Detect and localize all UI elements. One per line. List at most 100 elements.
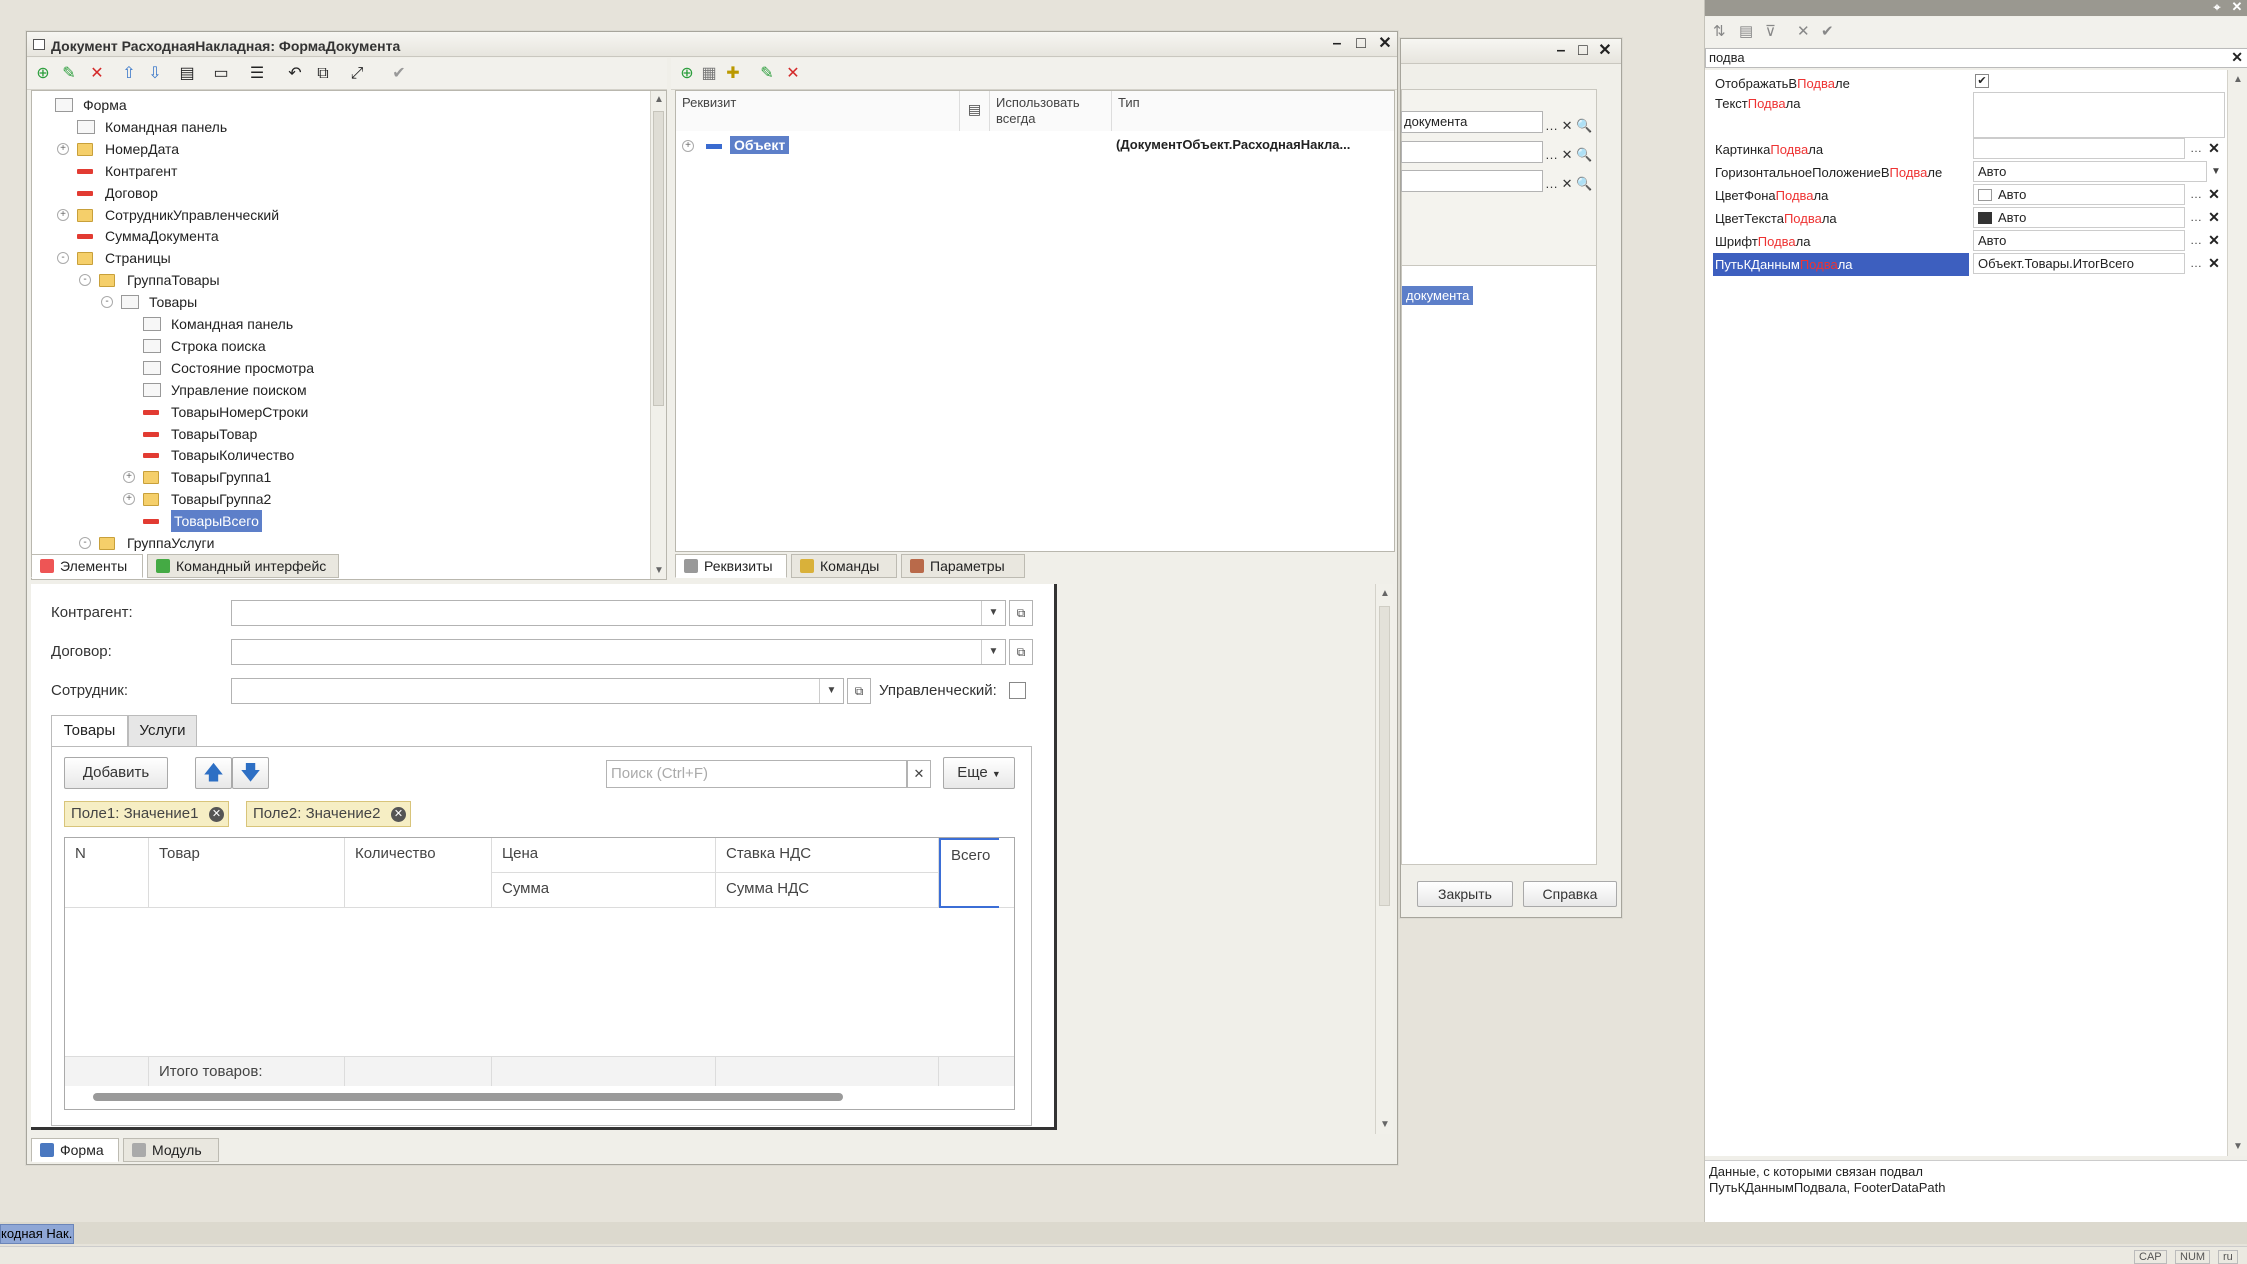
filter-icon[interactable]: ⊽ xyxy=(1765,17,1776,47)
dropdown-icon[interactable]: ▼ xyxy=(981,640,1005,664)
footer-text-field[interactable] xyxy=(1973,92,2225,138)
choose-icon[interactable]: … xyxy=(2187,230,2205,251)
property-name[interactable]: КартинкаПодвала xyxy=(1715,138,1971,161)
collapse-icon[interactable]: - xyxy=(57,252,69,265)
col-price[interactable]: Цена xyxy=(492,838,716,873)
property-name[interactable]: ПутьКДаннымПодвала xyxy=(1713,253,1969,276)
tab-commands[interactable]: Команды xyxy=(791,554,897,578)
dropdown-icon[interactable]: ▼ xyxy=(981,601,1005,625)
footer-data-path-field[interactable]: Объект.Товары.ИтогВсего xyxy=(1973,253,2185,274)
collapse-icon[interactable]: - xyxy=(101,296,113,309)
col-n[interactable]: N xyxy=(65,838,149,908)
clear-icon[interactable]: ✕ xyxy=(1797,17,1810,47)
move-up-button[interactable]: 🡅 xyxy=(195,757,232,789)
delete-attribute-icon[interactable]: ✕ xyxy=(783,64,803,84)
tab-goods[interactable]: Товары xyxy=(51,715,128,747)
col-requisite[interactable]: Реквизит xyxy=(676,91,960,131)
horizontal-position-field[interactable]: Авто xyxy=(1973,161,2207,182)
categories-icon[interactable]: ▤ xyxy=(1739,17,1753,47)
expand-icon[interactable]: + xyxy=(123,493,135,506)
clear-icon[interactable]: ✕ xyxy=(2205,184,2223,205)
collapse-icon[interactable]: - xyxy=(79,537,91,549)
close-icon[interactable]: ✕ xyxy=(2227,0,2247,16)
add-column-icon[interactable]: ✚ xyxy=(723,64,743,84)
contract-field[interactable]: ▼ xyxy=(231,639,1006,665)
tab-requisites[interactable]: Реквизиты xyxy=(675,554,787,578)
collapse-icon[interactable]: - xyxy=(79,274,91,287)
col-vat-sum[interactable]: Сумма НДС xyxy=(716,873,939,908)
footer-bg-color-field[interactable]: Авто xyxy=(1973,184,2185,205)
edit-icon[interactable]: ✎ xyxy=(59,64,79,84)
taskbar-window-item[interactable]: кодная Нак... xyxy=(0,1224,74,1244)
footer-font-field[interactable]: Авто xyxy=(1973,230,2185,251)
col-type[interactable]: Тип xyxy=(1112,91,1394,131)
preview-scrollbar[interactable]: ▲ ▼ xyxy=(1375,584,1393,1134)
add-icon[interactable]: ⊕ xyxy=(33,64,53,84)
choose-icon[interactable]: … xyxy=(2187,138,2205,159)
open-icon[interactable]: ⧉ xyxy=(1009,600,1033,626)
clear-search-icon[interactable]: ✕ xyxy=(2231,49,2243,66)
layout-icon[interactable]: ☰ xyxy=(247,64,267,84)
property-name[interactable]: ЦветФонаПодвала xyxy=(1715,184,1971,207)
maximize-icon[interactable]: □ xyxy=(1573,42,1593,60)
add-attribute-icon[interactable]: ⊕ xyxy=(677,64,697,84)
add-button[interactable]: Добавить xyxy=(64,757,168,789)
choose-icon[interactable]: … xyxy=(2187,253,2205,274)
status-lang[interactable]: ru xyxy=(2218,1250,2238,1264)
tab-module[interactable]: Модуль xyxy=(123,1138,219,1162)
open-icon[interactable]: ⧉ xyxy=(1009,639,1033,665)
properties-search[interactable]: подва ✕ xyxy=(1705,48,2247,68)
move-down-button[interactable]: 🡇 xyxy=(232,757,269,789)
help-button[interactable]: Справка xyxy=(1523,881,1617,907)
col-vat-rate[interactable]: Ставка НДС xyxy=(716,838,939,873)
tab-command-interface[interactable]: Командный интерфейс xyxy=(147,554,339,578)
add-table-icon[interactable]: ▦ xyxy=(699,64,719,84)
filter-chip-2[interactable]: Поле2: Значение2 ✕ xyxy=(246,801,411,827)
tab-elements[interactable]: Элементы xyxy=(31,554,143,578)
expand-icon[interactable]: + xyxy=(123,471,135,484)
col-use-always[interactable]: Использовать всегда xyxy=(990,91,1112,131)
col-goods[interactable]: Товар xyxy=(149,838,345,908)
chevron-down-icon[interactable]: ▼ xyxy=(2207,161,2225,182)
properties-scrollbar[interactable]: ▲ ▼ xyxy=(2227,70,2247,1156)
clear-icon[interactable]: ✕ xyxy=(2205,230,2223,251)
footer-text-color-field[interactable]: Авто xyxy=(1973,207,2185,228)
apply-icon[interactable]: ✔ xyxy=(1821,17,1834,47)
monitor-icon[interactable]: ▭ xyxy=(211,64,231,84)
tab-form[interactable]: Форма xyxy=(31,1138,119,1162)
choose-icon[interactable]: … xyxy=(2187,184,2205,205)
clear-search-icon[interactable]: ✕ xyxy=(907,760,931,788)
col-sum[interactable]: Сумма xyxy=(492,873,716,908)
footer-picture-field[interactable] xyxy=(1973,138,2185,159)
property-name[interactable]: ТекстПодвала xyxy=(1715,92,1971,115)
sort-icon[interactable]: ⇅ xyxy=(1713,17,1726,47)
expand-icon[interactable]: + xyxy=(682,140,694,152)
pin-icon[interactable]: ⌖ xyxy=(2207,0,2227,16)
managerial-checkbox[interactable] xyxy=(1009,682,1026,699)
close-icon[interactable]: ✕ xyxy=(1595,42,1615,60)
clear-icon[interactable]: ✕ xyxy=(2205,207,2223,228)
attribute-row[interactable]: + Объект (ДокументОбъект.РасходнаяНакла.… xyxy=(676,135,1394,157)
choose-icon[interactable]: … xyxy=(2187,207,2205,228)
search-input[interactable]: Поиск (Ctrl+F) xyxy=(606,760,907,788)
filter-chip-1[interactable]: Поле1: Значение1 ✕ xyxy=(64,801,229,827)
move-up-icon[interactable]: ⇧ xyxy=(119,64,139,84)
more-button[interactable]: Еще ▼ xyxy=(943,757,1015,789)
show-in-footer-checkbox[interactable]: ✔ xyxy=(1975,74,1989,88)
back-field-3[interactable] xyxy=(1401,170,1543,192)
employee-field[interactable]: ▼ xyxy=(231,678,844,704)
horizontal-scrollbar[interactable] xyxy=(79,1091,989,1101)
tree-scrollbar[interactable]: ▲ ▼ xyxy=(650,91,666,579)
maximize-icon[interactable]: □ xyxy=(1351,35,1371,53)
dropdown-icon[interactable]: ▼ xyxy=(819,679,843,703)
clear-icon[interactable]: ✕ xyxy=(2205,253,2223,274)
close-icon[interactable]: ✕ xyxy=(1375,35,1395,53)
back-field-buttons[interactable]: … ✕ 🔍… ✕ 🔍… ✕ 🔍 xyxy=(1545,111,1601,195)
back-field-2[interactable] xyxy=(1401,141,1543,163)
open-icon[interactable]: ⧉ xyxy=(847,678,871,704)
back-selected-item[interactable]: документа xyxy=(1402,286,1474,305)
col-quantity[interactable]: Количество xyxy=(345,838,492,908)
edit-attribute-icon[interactable]: ✎ xyxy=(757,64,777,84)
remove-filter-icon[interactable]: ✕ xyxy=(209,807,224,822)
move-down-icon[interactable]: ⇩ xyxy=(145,64,165,84)
